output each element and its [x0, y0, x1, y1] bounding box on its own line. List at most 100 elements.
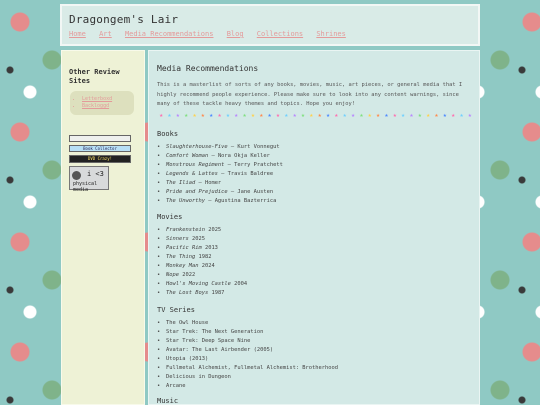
list-item: • Star Trek: The Next Generation: [157, 328, 338, 337]
star-icon: ★: [384, 111, 389, 119]
music-heading: Music: [157, 397, 179, 405]
page-title: Media Recommendations: [157, 64, 259, 73]
nav-link-home[interactable]: Home: [69, 30, 86, 38]
bullet-icon: •: [157, 347, 161, 353]
item-detail: – Kurt Vonnegut: [227, 144, 280, 150]
tv-heading: TV Series: [157, 306, 195, 314]
item-title: The Unworthy: [166, 198, 205, 204]
background-pattern-left: [0, 0, 60, 405]
blinkie-badge-1: [69, 135, 131, 142]
list-item: • Nope 2022: [157, 271, 247, 280]
list-item: • Sinners 2025: [157, 235, 247, 244]
item-title: Frankenstein: [166, 227, 205, 233]
star-icon: ★: [200, 111, 205, 119]
nav-link-art[interactable]: Art: [99, 30, 112, 38]
item-detail: 2013: [201, 245, 218, 251]
item-detail: 1987: [208, 290, 225, 296]
movies-heading: Movies: [157, 213, 183, 221]
star-icon: ★: [334, 111, 339, 119]
item-title: Legends & Lattes: [166, 171, 218, 177]
star-icon: ★: [267, 111, 272, 119]
item-detail: 2024: [198, 263, 215, 269]
site-title: Dragongem's Lair: [69, 13, 179, 26]
star-icon: ★: [276, 111, 280, 119]
review-sites-list: Letterboxd Backloggd: [72, 96, 112, 110]
background-pattern-right: [480, 0, 540, 405]
star-icon: ★: [309, 111, 314, 119]
item-detail: 2004: [230, 281, 248, 287]
star-icon: ★: [417, 111, 422, 119]
top-nav: Home Art Media Recommendations Blog Coll…: [69, 30, 355, 38]
item-detail: – Terry Pratchett: [224, 162, 283, 168]
star-icon: ★: [426, 111, 431, 119]
star-icon: ★: [234, 111, 239, 119]
star-icon: ★: [317, 111, 322, 119]
intro-paragraph: This is a masterlist of sorts of any boo…: [157, 82, 463, 107]
item-detail: – Nora Okja Keller: [208, 153, 270, 159]
badge-heart-text: i <3: [87, 170, 104, 178]
list-item: Backloggd: [82, 103, 112, 110]
star-icon: ★: [342, 111, 347, 119]
bullet-icon: •: [157, 365, 161, 371]
bullet-icon: •: [157, 356, 161, 362]
item-title: Sinners: [166, 236, 189, 242]
star-icon: ★: [225, 111, 230, 119]
books-list: • Slaughterhouse-Five – Kurt Vonnegut • Com…: [157, 143, 283, 206]
item-title: Fullmetal Alchemist, Fullmetal Alchemist…: [166, 365, 339, 371]
list-item: • Avatar: The Last Airbender (2005): [157, 346, 338, 355]
bullet-icon: •: [157, 245, 161, 251]
link-letterboxd[interactable]: Letterboxd: [82, 96, 112, 102]
nav-link-collections[interactable]: Collections: [257, 30, 303, 38]
item-title: The Owl House: [166, 320, 209, 326]
list-item: • Monkey Man 2024: [157, 262, 247, 271]
star-icon: ★: [301, 111, 305, 119]
bullet-icon: •: [157, 329, 161, 335]
star-icon: ★: [159, 111, 164, 119]
bullet-icon: •: [157, 254, 161, 260]
book-collector-badge: Book Collector: [69, 145, 131, 152]
books-heading: Books: [157, 130, 179, 138]
list-item: • Monstrous Regiment – Terry Pratchett: [157, 161, 283, 170]
item-title: Pacific Rim: [166, 245, 202, 251]
tv-list: • The Owl House • Star Trek: The Next Gener…: [157, 319, 338, 391]
item-title: Nope: [166, 272, 179, 278]
bullet-icon: •: [157, 236, 161, 242]
dvd-crazy-badge: DVD Crazy!: [69, 155, 131, 163]
item-title: Comfort Woman: [166, 153, 209, 159]
star-icon: ★: [259, 111, 264, 119]
bullet-icon: •: [157, 272, 161, 278]
bullet-icon: •: [157, 198, 161, 204]
bullet-icon: •: [157, 144, 161, 150]
list-item: • Howl's Moving Castle 2004: [157, 280, 247, 289]
sidebar-heading: Other Review Sites: [69, 68, 120, 85]
list-item: • Pride and Prejudice – Jane Austen: [157, 188, 283, 197]
bullet-icon: •: [157, 171, 161, 177]
star-icon: ★: [451, 111, 456, 119]
star-icon: ★: [250, 111, 255, 119]
disc-icon: [72, 171, 81, 180]
movies-list: • Frankenstein 2025 • Sinners 2025 • Pacific …: [157, 226, 247, 298]
list-item: • Comfort Woman – Nora Okja Keller: [157, 152, 283, 161]
badge-subtext: physical media: [73, 181, 98, 193]
bullet-icon: •: [157, 320, 161, 326]
bullet-icon: •: [157, 338, 161, 344]
list-item: • Pacific Rim 2013: [157, 244, 247, 253]
item-title: Monkey Man: [166, 263, 199, 269]
star-icon: ★: [175, 111, 180, 119]
star-icon: ★: [367, 111, 372, 119]
nav-link-blog[interactable]: Blog: [227, 30, 244, 38]
list-item: • Star Trek: Deep Space Nine: [157, 337, 338, 346]
nav-link-shrines[interactable]: Shrines: [316, 30, 346, 38]
item-title: The Lost Boys: [166, 290, 209, 296]
nav-link-media-recommendations[interactable]: Media Recommendations: [125, 30, 214, 38]
star-icon: ★: [209, 111, 214, 119]
main-content: Media Recommendations This is a masterli…: [148, 50, 480, 405]
star-icon: ★: [192, 111, 197, 119]
star-divider: ★ ★ ★ ★ ★ ★ ★ ★ ★ ★ ★ ★ ★ ★ ★ ★ ★ ★ ★ ★ ★ ★ ★ ★ ★ ★ ★ ★ ★ ★ ★ ★ ★ ★ ★ ★ ★ ★: [157, 111, 473, 119]
item-title: Star Trek: Deep Space Nine: [166, 338, 251, 344]
star-icon: ★: [351, 111, 356, 119]
link-backloggd[interactable]: Backloggd: [82, 103, 109, 109]
bullet-icon: •: [157, 180, 161, 186]
star-icon: ★: [459, 111, 464, 119]
star-icon: ★: [359, 111, 364, 119]
